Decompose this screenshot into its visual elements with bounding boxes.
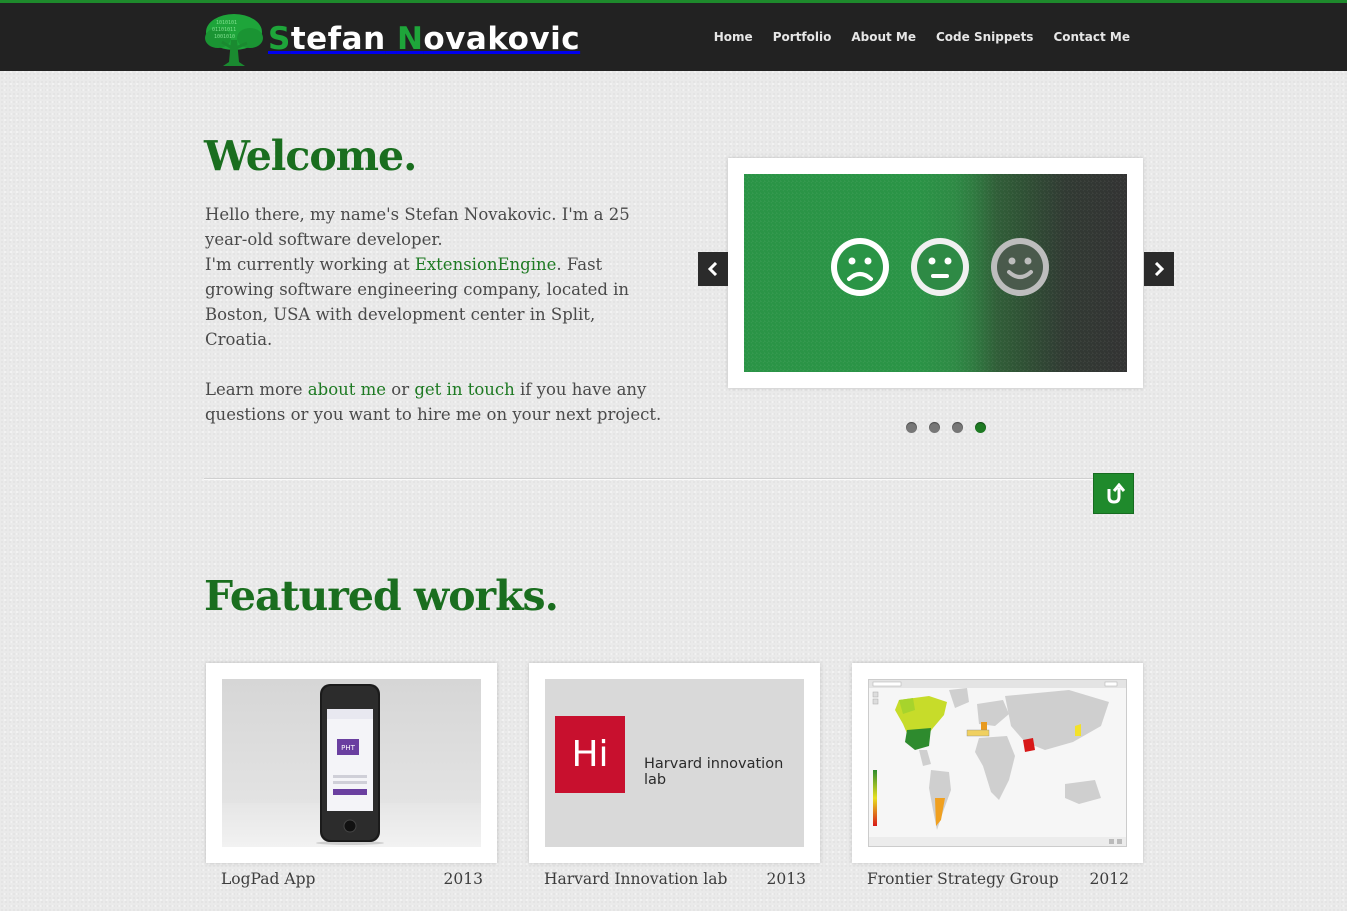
work-title[interactable]: LogPad App [221, 870, 315, 888]
slider-dot-4[interactable] [975, 422, 986, 433]
work-caption: LogPad App 2013 [206, 863, 497, 888]
nav-contact[interactable]: Contact Me [1053, 30, 1130, 44]
work-year: 2013 [766, 870, 806, 888]
site-name: Stefan Novakovic [268, 21, 581, 57]
slider-pagination [906, 422, 986, 433]
work-card[interactable]: Hi Harvard innovation lab Harvard Innova… [529, 663, 820, 888]
phone-logo-text: PHT [341, 744, 355, 752]
hero-slider [728, 158, 1143, 388]
harvard-thumbnail: Hi Harvard innovation lab [545, 679, 804, 847]
work-thumbnail-frame: PHT [206, 663, 497, 863]
site-header: 1010101 01101011 1001010 Stefan Novakovi… [0, 0, 1347, 71]
work-thumbnail-frame: Hi Harvard innovation lab [529, 663, 820, 863]
intro-text: Hello there, my name's Stefan Novakovic.… [205, 202, 665, 427]
return-arrow-icon [1107, 482, 1125, 504]
slide-image [744, 174, 1127, 372]
world-map-image [869, 680, 1126, 846]
chevron-left-icon [707, 262, 718, 276]
nav-code-snippets[interactable]: Code Snippets [936, 30, 1033, 44]
work-caption: Harvard Innovation lab 2013 [529, 863, 820, 888]
faces-group [829, 236, 1051, 298]
chevron-right-icon [1154, 262, 1165, 276]
work-title[interactable]: Harvard Innovation lab [544, 870, 727, 888]
happy-face-icon [991, 238, 1049, 296]
section-divider [204, 478, 1094, 480]
work-card[interactable]: Frontier Strategy Group 2012 [852, 663, 1143, 888]
svg-text:1010101: 1010101 [216, 20, 237, 26]
get-in-touch-link[interactable]: get in touch [414, 380, 514, 399]
work-title[interactable]: Frontier Strategy Group [867, 870, 1059, 888]
work-thumbnail-frame [852, 663, 1143, 863]
nav-about[interactable]: About Me [851, 30, 916, 44]
extensionengine-link[interactable]: ExtensionEngine [415, 255, 557, 274]
intro-paragraph-1: Hello there, my name's Stefan Novakovic.… [205, 205, 630, 349]
neutral-face-icon [911, 238, 969, 296]
tree-logo-icon: 1010101 01101011 1001010 [205, 14, 263, 66]
svg-text:01101011: 01101011 [212, 27, 236, 33]
work-caption: Frontier Strategy Group 2012 [852, 863, 1143, 888]
svg-text:1001010: 1001010 [214, 34, 235, 40]
nav-portfolio[interactable]: Portfolio [773, 30, 832, 44]
slider-dot-1[interactable] [906, 422, 917, 433]
slider-next-button[interactable] [1144, 252, 1174, 286]
featured-heading: Featured works. [204, 572, 559, 620]
hi-logo-label: Harvard innovation lab [644, 756, 784, 788]
about-me-link[interactable]: about me [308, 380, 386, 399]
slider-dot-3[interactable] [952, 422, 963, 433]
slider-dot-2[interactable] [929, 422, 940, 433]
nav-home[interactable]: Home [714, 30, 753, 44]
logpad-thumbnail: PHT [222, 679, 481, 847]
sad-face-icon [831, 238, 889, 296]
hi-logo: Hi [555, 716, 625, 793]
scroll-top-button[interactable] [1093, 473, 1134, 514]
work-year: 2012 [1089, 870, 1129, 888]
frontier-thumbnail [868, 679, 1127, 847]
welcome-heading: Welcome. [204, 132, 417, 180]
intro-paragraph-2: Learn more about me or get in touch if y… [205, 380, 662, 424]
site-logo[interactable]: 1010101 01101011 1001010 Stefan Novakovi… [204, 9, 580, 69]
work-card[interactable]: PHT LogPad App 2013 [206, 663, 497, 888]
slider-prev-button[interactable] [698, 252, 728, 286]
work-year: 2013 [443, 870, 483, 888]
smartphone-image: PHT [316, 684, 384, 845]
main-nav: Home Portfolio About Me Code Snippets Co… [694, 30, 1130, 44]
